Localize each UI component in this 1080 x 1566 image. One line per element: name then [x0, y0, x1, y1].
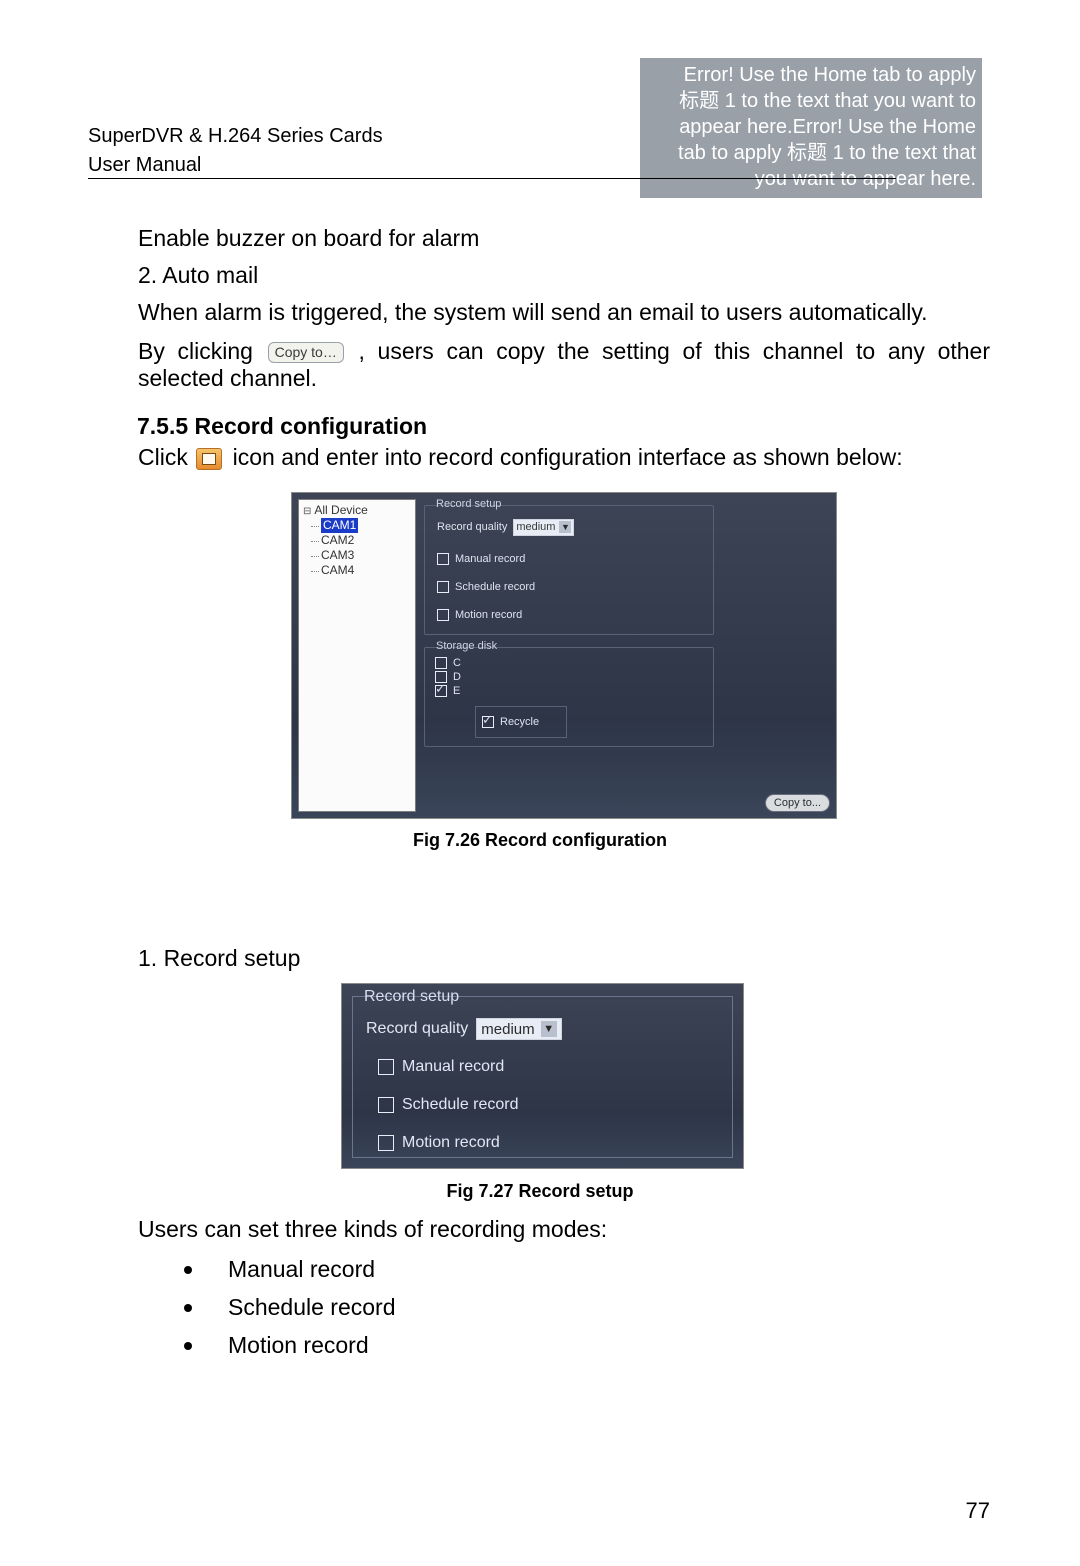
manual-record-label: Manual record: [455, 553, 525, 565]
copy-to-button[interactable]: Copy to...: [765, 794, 830, 812]
header-error-line: 标题 1 to the text that you want to: [646, 88, 976, 114]
record-quality-dropdown-large[interactable]: medium ▼: [476, 1018, 561, 1040]
text-fragment: Click: [138, 444, 194, 470]
disk-e-label: E: [453, 685, 460, 697]
schedule-record-row: Schedule record: [437, 576, 535, 598]
disk-list: C D E: [435, 656, 461, 698]
body-text: Enable buzzer on board for alarm: [138, 225, 479, 252]
tree-item-label: CAM3: [321, 548, 354, 562]
bullet-label: Manual record: [228, 1256, 375, 1283]
schedule-record-checkbox[interactable]: [437, 581, 449, 593]
schedule-record-label: Schedule record: [455, 581, 535, 593]
recycle-row: Recycle: [482, 711, 539, 733]
header-error-box: Error! Use the Home tab to apply 标题 1 to…: [640, 58, 982, 198]
motion-record-label-large: Motion record: [402, 1134, 500, 1152]
record-quality-label-large: Record quality: [366, 1020, 468, 1038]
header-error-line: you want to appear here.: [646, 166, 976, 192]
tree-item-cam2[interactable]: CAM2: [321, 533, 411, 548]
tree-root[interactable]: All Device: [303, 503, 411, 518]
body-text-copyto: By clicking Copy to… , users can copy th…: [138, 338, 990, 392]
header-subtitle: User Manual: [88, 154, 201, 177]
manual-record-checkbox[interactable]: [437, 553, 449, 565]
storage-disk-legend: Storage disk: [433, 640, 500, 652]
bullet-item: Schedule record: [178, 1294, 396, 1321]
fig-7-26-caption: Fig 7.26 Record configuration: [0, 830, 1080, 851]
device-tree[interactable]: All Device CAM1 CAM2 CAM3 CAM4: [298, 499, 416, 812]
copy-to-inline-button[interactable]: Copy to…: [268, 342, 344, 363]
bullet-label: Schedule record: [228, 1294, 396, 1321]
bullet-icon: [184, 1342, 192, 1350]
motion-record-label: Motion record: [455, 609, 522, 621]
tree-item-cam3[interactable]: CAM3: [321, 548, 411, 563]
record-quality-dropdown[interactable]: medium ▼: [513, 519, 574, 536]
header-error-line: appear here.Error! Use the Home: [646, 114, 976, 140]
tree-item-cam1[interactable]: CAM1: [321, 518, 411, 533]
chevron-down-icon: ▼: [559, 521, 571, 533]
schedule-record-checkbox-large[interactable]: [378, 1097, 394, 1113]
text-fragment: icon and enter into record configuration…: [233, 444, 903, 470]
bullet-item: Manual record: [178, 1256, 375, 1283]
record-config-icon[interactable]: [196, 448, 222, 470]
bullet-icon: [184, 1266, 192, 1274]
section-heading: 7.5.5 Record configuration: [137, 413, 427, 440]
recycle-checkbox[interactable]: [482, 716, 494, 728]
record-setup-legend: Record setup: [433, 498, 504, 510]
record-quality-row: Record quality medium ▼: [437, 516, 574, 538]
bullet-label: Motion record: [228, 1332, 369, 1359]
header-error-line: tab to apply 标题 1 to the text that: [646, 140, 976, 166]
tree-item-cam4[interactable]: CAM4: [321, 563, 411, 578]
motion-record-checkbox-large[interactable]: [378, 1135, 394, 1151]
motion-record-checkbox[interactable]: [437, 609, 449, 621]
body-text: 1. Record setup: [138, 945, 300, 972]
chevron-down-icon: ▼: [541, 1021, 557, 1037]
page-number: 77: [966, 1498, 990, 1524]
bullet-icon: [184, 1304, 192, 1312]
schedule-record-label-large: Schedule record: [402, 1096, 519, 1114]
record-quality-row-large: Record quality medium ▼: [366, 1018, 562, 1040]
disk-e-checkbox[interactable]: [435, 685, 447, 697]
header-product-line: SuperDVR & H.264 Series Cards: [88, 125, 383, 148]
body-text: 2. Auto mail: [138, 262, 258, 289]
document-page: Error! Use the Home tab to apply 标题 1 to…: [0, 0, 1080, 1566]
recycle-label: Recycle: [500, 716, 539, 728]
manual-record-checkbox-large[interactable]: [378, 1059, 394, 1075]
storage-disk-fieldset: Storage disk C D E: [424, 647, 714, 747]
record-quality-label: Record quality: [437, 521, 507, 533]
fig-7-27-record-setup: Record setup Record quality medium ▼ Man…: [341, 983, 744, 1169]
bullet-item: Motion record: [178, 1332, 369, 1359]
motion-record-row: Motion record: [437, 604, 522, 626]
disk-row-e: E: [435, 684, 461, 698]
recycle-box: Recycle: [475, 706, 567, 738]
fig-7-26-record-configuration: All Device CAM1 CAM2 CAM3 CAM4 Record se…: [291, 492, 837, 819]
manual-record-label-large: Manual record: [402, 1058, 504, 1076]
disk-c-label: C: [453, 657, 461, 669]
manual-record-row: Manual record: [437, 548, 525, 570]
disk-d-label: D: [453, 671, 461, 683]
record-setup-fieldset: Record setup Record quality medium ▼ Man…: [424, 505, 714, 635]
text-fragment: By clicking: [138, 338, 266, 364]
header-error-line: Error! Use the Home tab to apply: [646, 62, 976, 88]
tree-item-label: CAM2: [321, 533, 354, 547]
fig726-right-panel: Record setup Record quality medium ▼ Man…: [424, 499, 830, 789]
body-text: When alarm is triggered, the system will…: [138, 299, 990, 326]
manual-record-row-large: Manual record: [378, 1058, 504, 1076]
record-setup-legend-large: Record setup: [360, 988, 463, 1006]
record-quality-value-large: medium: [481, 1021, 534, 1038]
disk-row-c: C: [435, 656, 461, 670]
body-text-record-icon: Click icon and enter into record configu…: [138, 444, 990, 471]
header-rule: [88, 178, 896, 179]
record-quality-value: medium: [516, 521, 555, 533]
motion-record-row-large: Motion record: [378, 1134, 500, 1152]
tree-item-label: CAM4: [321, 563, 354, 577]
disk-c-checkbox[interactable]: [435, 657, 447, 669]
tree-item-label: CAM1: [321, 518, 358, 533]
fig-7-27-caption: Fig 7.27 Record setup: [0, 1181, 1080, 1202]
schedule-record-row-large: Schedule record: [378, 1096, 519, 1114]
body-text: Users can set three kinds of recording m…: [138, 1216, 607, 1243]
